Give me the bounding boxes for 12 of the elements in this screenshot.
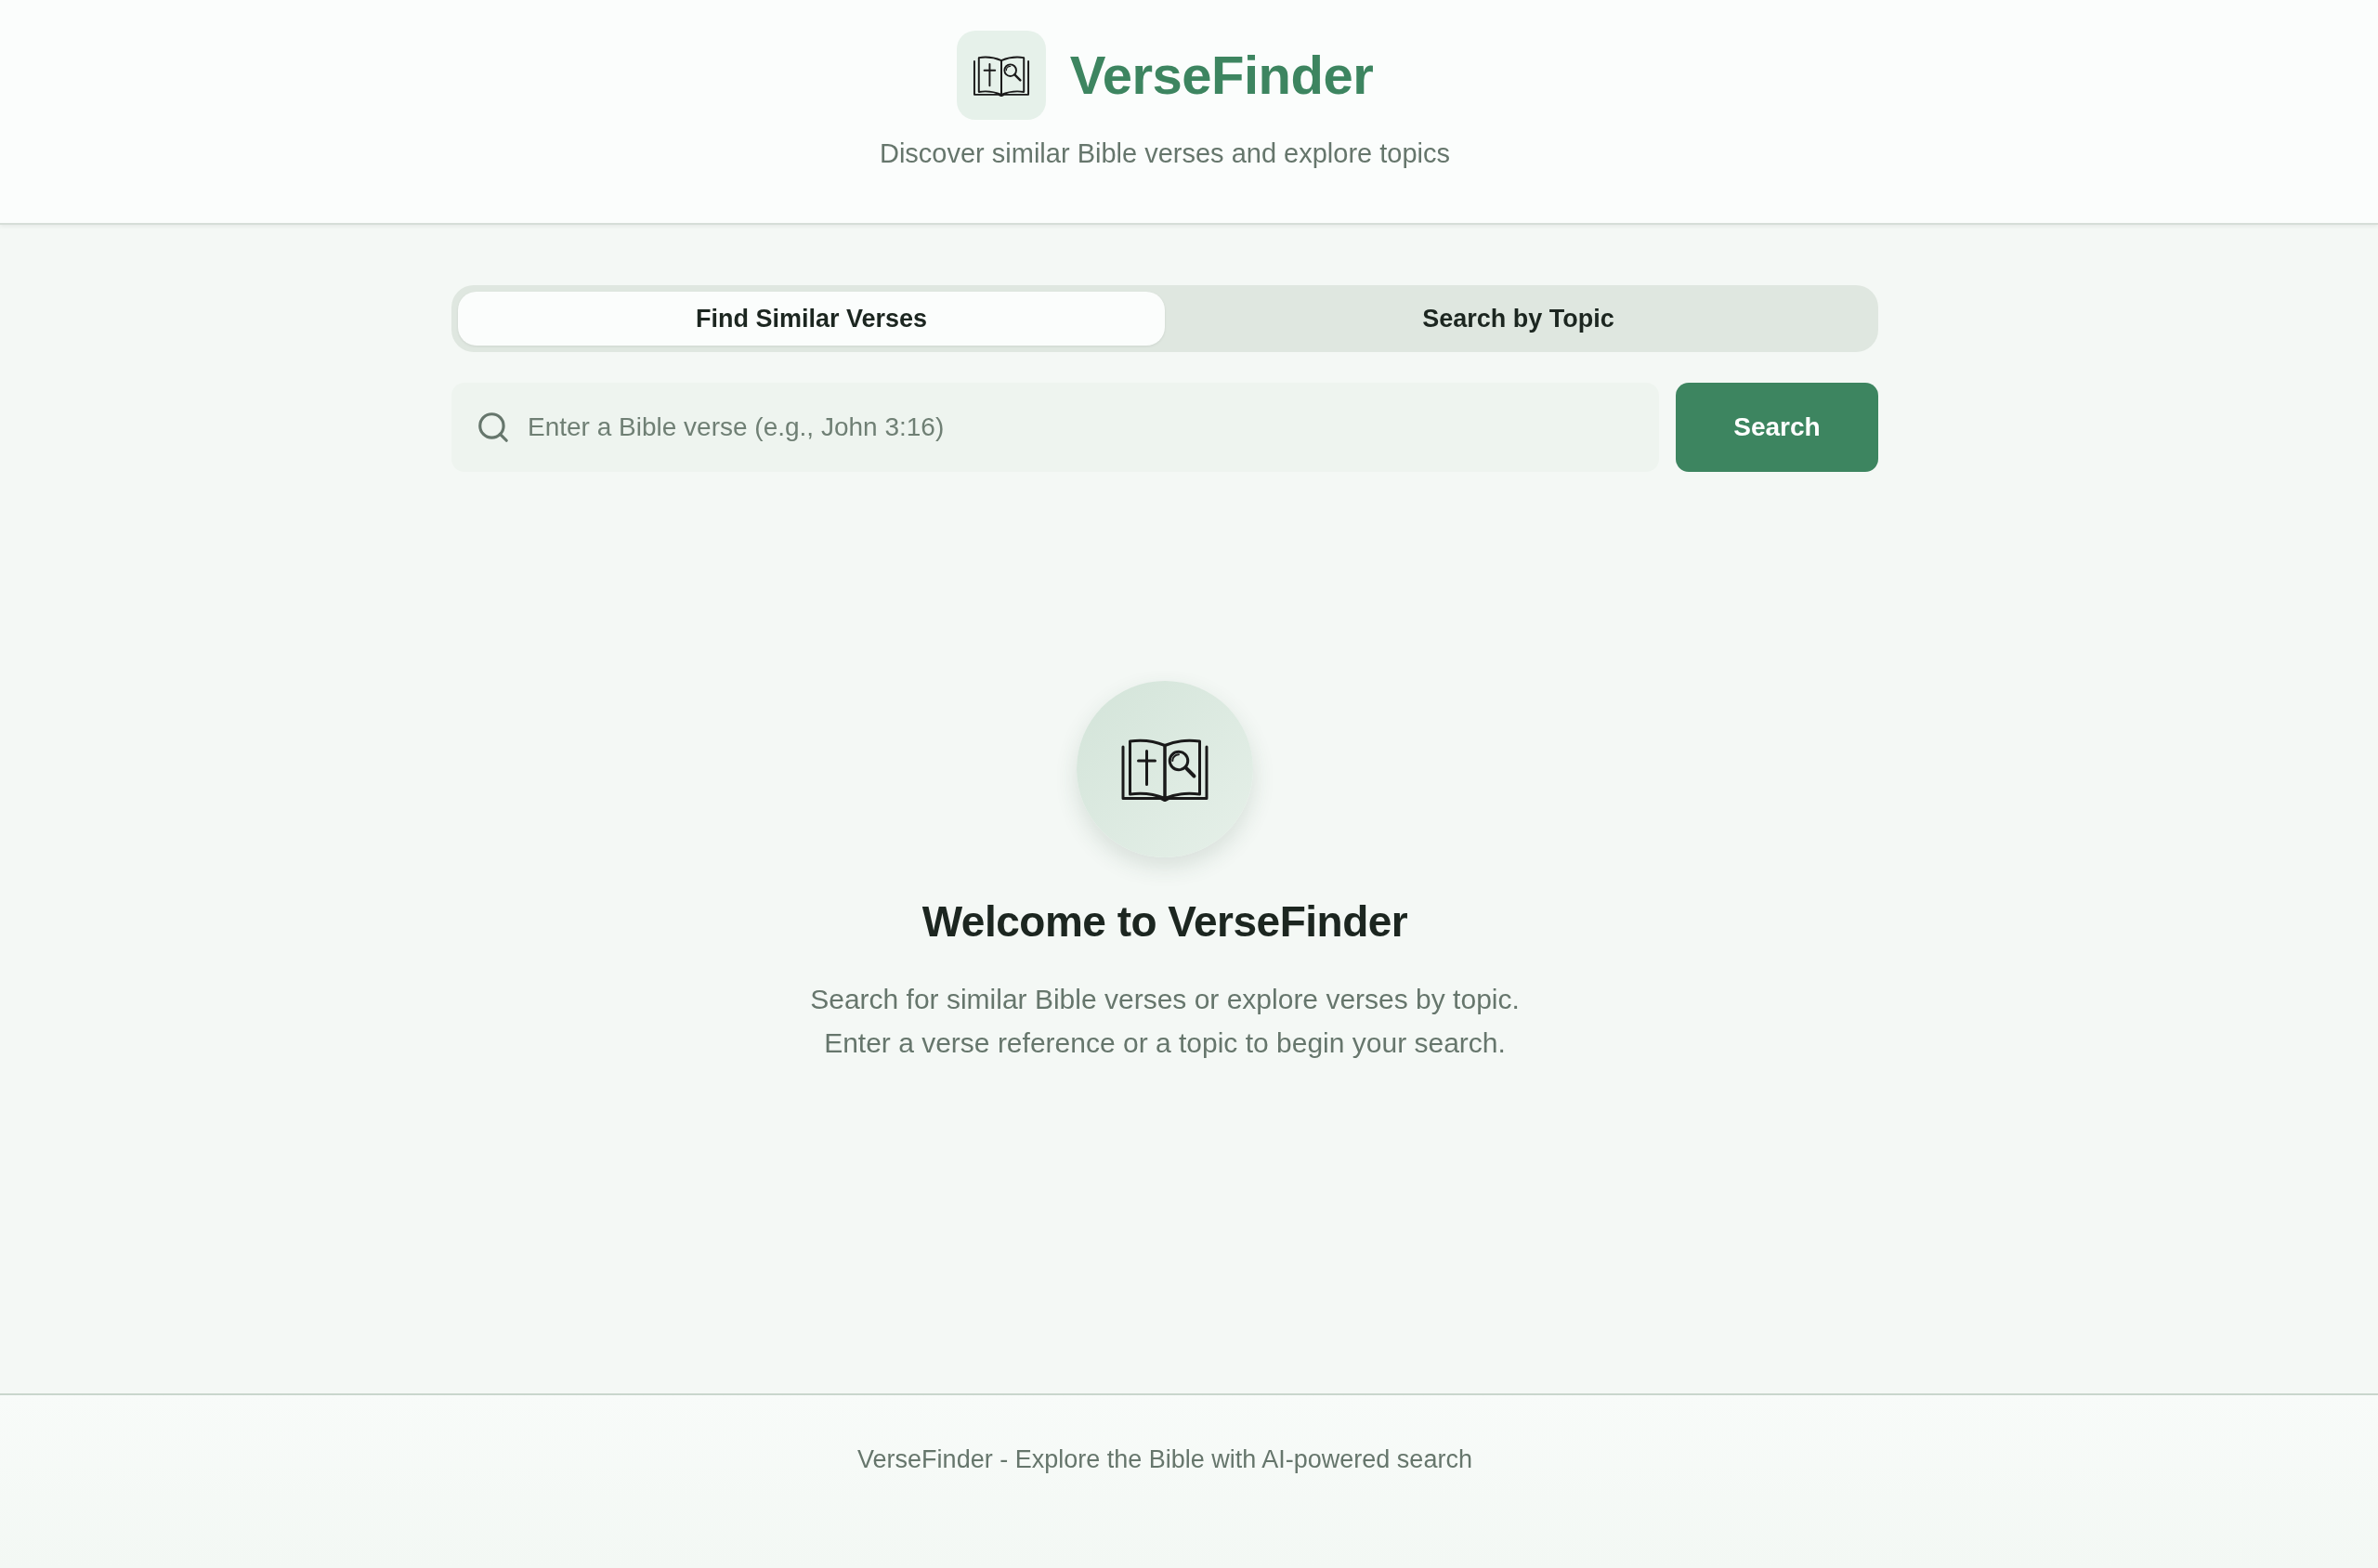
welcome-heading: Welcome to VerseFinder xyxy=(921,896,1408,947)
open-book-icon xyxy=(1120,737,1209,802)
search-button[interactable]: Search xyxy=(1676,383,1878,472)
footer-text: VerseFinder - Explore the Bible with AI-powered search xyxy=(857,1447,1472,1472)
tab[interactable]: Find Similar Verses xyxy=(458,292,1165,346)
welcome-description: Search for similar Bible verses or explore verses by topic. Enter a verse reference or a topic to begin your search. xyxy=(810,983,1520,1061)
app-subtitle: Discover similar Bible verses and explore topics xyxy=(879,140,1451,167)
open-book-icon xyxy=(972,54,1030,97)
tab[interactable]: Search by Topic xyxy=(1165,292,1872,346)
search-field[interactable]: Enter a Bible verse (e.g., John 3:16) xyxy=(451,383,1659,472)
search-icon xyxy=(476,410,511,445)
app-title: VerseFinder xyxy=(1069,48,1374,102)
